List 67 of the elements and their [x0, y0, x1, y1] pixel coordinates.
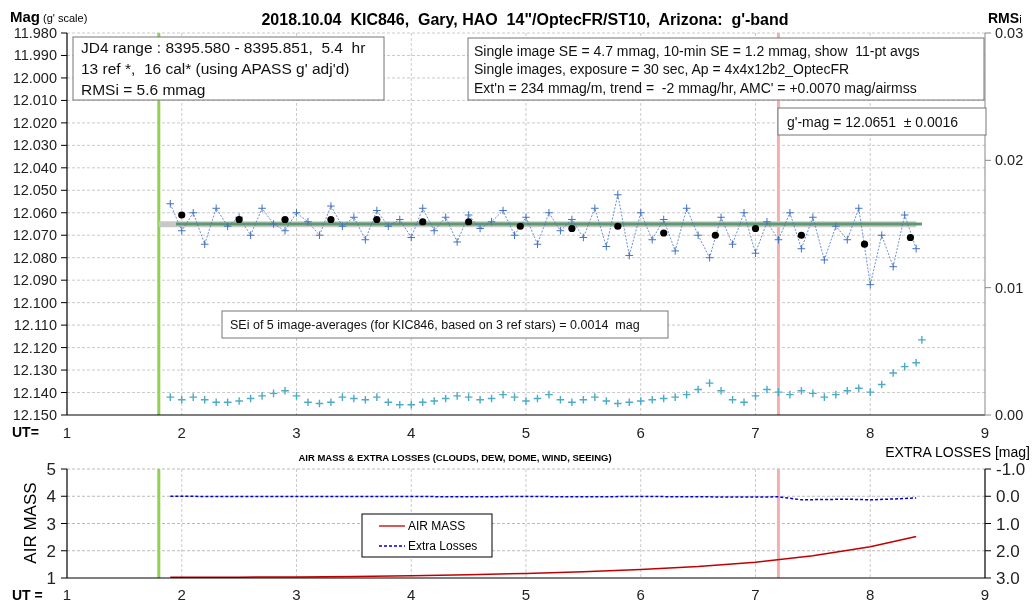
x-tick-label: 8 — [866, 424, 875, 441]
legend-label: Extra Losses — [408, 539, 478, 553]
x-tick-label: 6 — [636, 586, 645, 603]
note-text: SEi of 5 image-averages (for KIC846, based on 3 ref stars) = 0.0014 mag — [230, 318, 640, 332]
note-text: 13 ref *, 16 cal* (using APASS g' adj'd) — [81, 60, 350, 78]
y-tick-label: 3 — [46, 514, 56, 534]
y-tick-label: 11.990 — [13, 47, 57, 64]
x-tick-label: 7 — [751, 586, 760, 603]
y-tick-label: 4 — [46, 487, 56, 507]
x-tick-label: 4 — [407, 586, 416, 603]
y-tick-label: 12.050 — [12, 182, 57, 199]
note-text: g'-mag = 12.0651 ± 0.0016 — [787, 113, 959, 130]
y-tick-label: 12.120 — [12, 339, 57, 356]
y-tick-label: 0.01 — [995, 279, 1024, 296]
x-tick-label: 3 — [292, 586, 301, 603]
note-text: Single images, exposure = 30 sec, Ap = 4x4x12b2_OptecFR — [474, 61, 850, 78]
axis-title: AIR MASS — [21, 482, 40, 564]
y-tick-label: 12.080 — [12, 249, 57, 266]
note-text: Ext'n = 234 mmag/m, trend = -2 mmag/hr, AMC' = +0.0070 mag/airmss — [474, 79, 917, 96]
x-tick-label: 8 — [866, 586, 875, 603]
axis-title: UT = — [12, 587, 43, 603]
y-tick-label: 12.040 — [12, 159, 57, 176]
y-tick-label: 0.02 — [995, 152, 1024, 169]
y-tick-label: 11.980 — [13, 25, 57, 41]
legend-label: AIR MASS — [408, 519, 466, 533]
x-tick-label: 9 — [980, 586, 990, 603]
chart-title: 2018.10.04 KIC846, Gary, HAO 14"/OptecFR/ST10, Arizona: g'-band — [261, 11, 789, 28]
y-tick-label: 12.100 — [12, 294, 57, 311]
axis-title: UT= — [12, 424, 39, 440]
y-tick-label: 12.060 — [12, 204, 57, 221]
y-tick-label: 2 — [46, 541, 56, 561]
y-tick-label: 1.0 — [996, 514, 1020, 534]
y-tick-label: 12.070 — [12, 227, 57, 244]
y-tick-label: 12.090 — [12, 272, 57, 289]
axis-title: EXTRA LOSSES [mag] — [885, 444, 1030, 460]
note-text: JD4 range : 8395.580 - 8395.851, 5.4 hr — [81, 39, 366, 57]
y-tick-label: 12.000 — [12, 69, 57, 86]
x-tick-label: 5 — [521, 586, 531, 603]
y-tick-label: 3.0 — [996, 569, 1020, 588]
y-tick-label: 0.00 — [995, 407, 1024, 423]
x-tick-label: 6 — [636, 424, 645, 441]
y-tick-label: 12.010 — [12, 92, 57, 109]
y-tick-label: 12.140 — [12, 384, 57, 401]
y-tick-label: -1.0 — [996, 460, 1026, 479]
x-tick-label: 2 — [177, 424, 186, 441]
x-tick-label: 9 — [980, 424, 990, 441]
y-tick-label: 2.0 — [996, 541, 1020, 561]
x-tick-label: 4 — [407, 424, 416, 441]
x-tick-label: 3 — [292, 424, 301, 441]
axis-title: Mag (g' scale) — [10, 9, 88, 24]
y-tick-label: 5 — [46, 460, 56, 479]
x-tick-label: 1 — [62, 586, 72, 603]
chart-title: AIR MASS & EXTRA LOSSES (CLOUDS, DEW, DOME, WIND, SEEING) — [298, 452, 612, 463]
y-tick-label: 12.150 — [12, 407, 57, 423]
x-tick-label: 1 — [62, 424, 72, 441]
y-tick-label: 1 — [46, 569, 56, 588]
y-tick-label: 0.0 — [996, 487, 1020, 507]
note-text: Single image SE = 4.7 mmag, 10-min SE = 1.2 mmag, show 11-pt avgs — [474, 42, 920, 59]
x-tick-label: 2 — [177, 586, 186, 603]
y-tick-label: 12.030 — [12, 137, 57, 154]
x-tick-label: 7 — [751, 424, 760, 441]
note-text: RMSi = 5.6 mmag — [81, 81, 206, 99]
x-tick-label: 5 — [521, 424, 531, 441]
y-tick-label: 12.110 — [13, 317, 57, 334]
y-tick-label: 12.020 — [12, 114, 57, 131]
y-tick-label: 12.130 — [12, 362, 57, 379]
y-tick-label: 0.03 — [995, 25, 1024, 41]
